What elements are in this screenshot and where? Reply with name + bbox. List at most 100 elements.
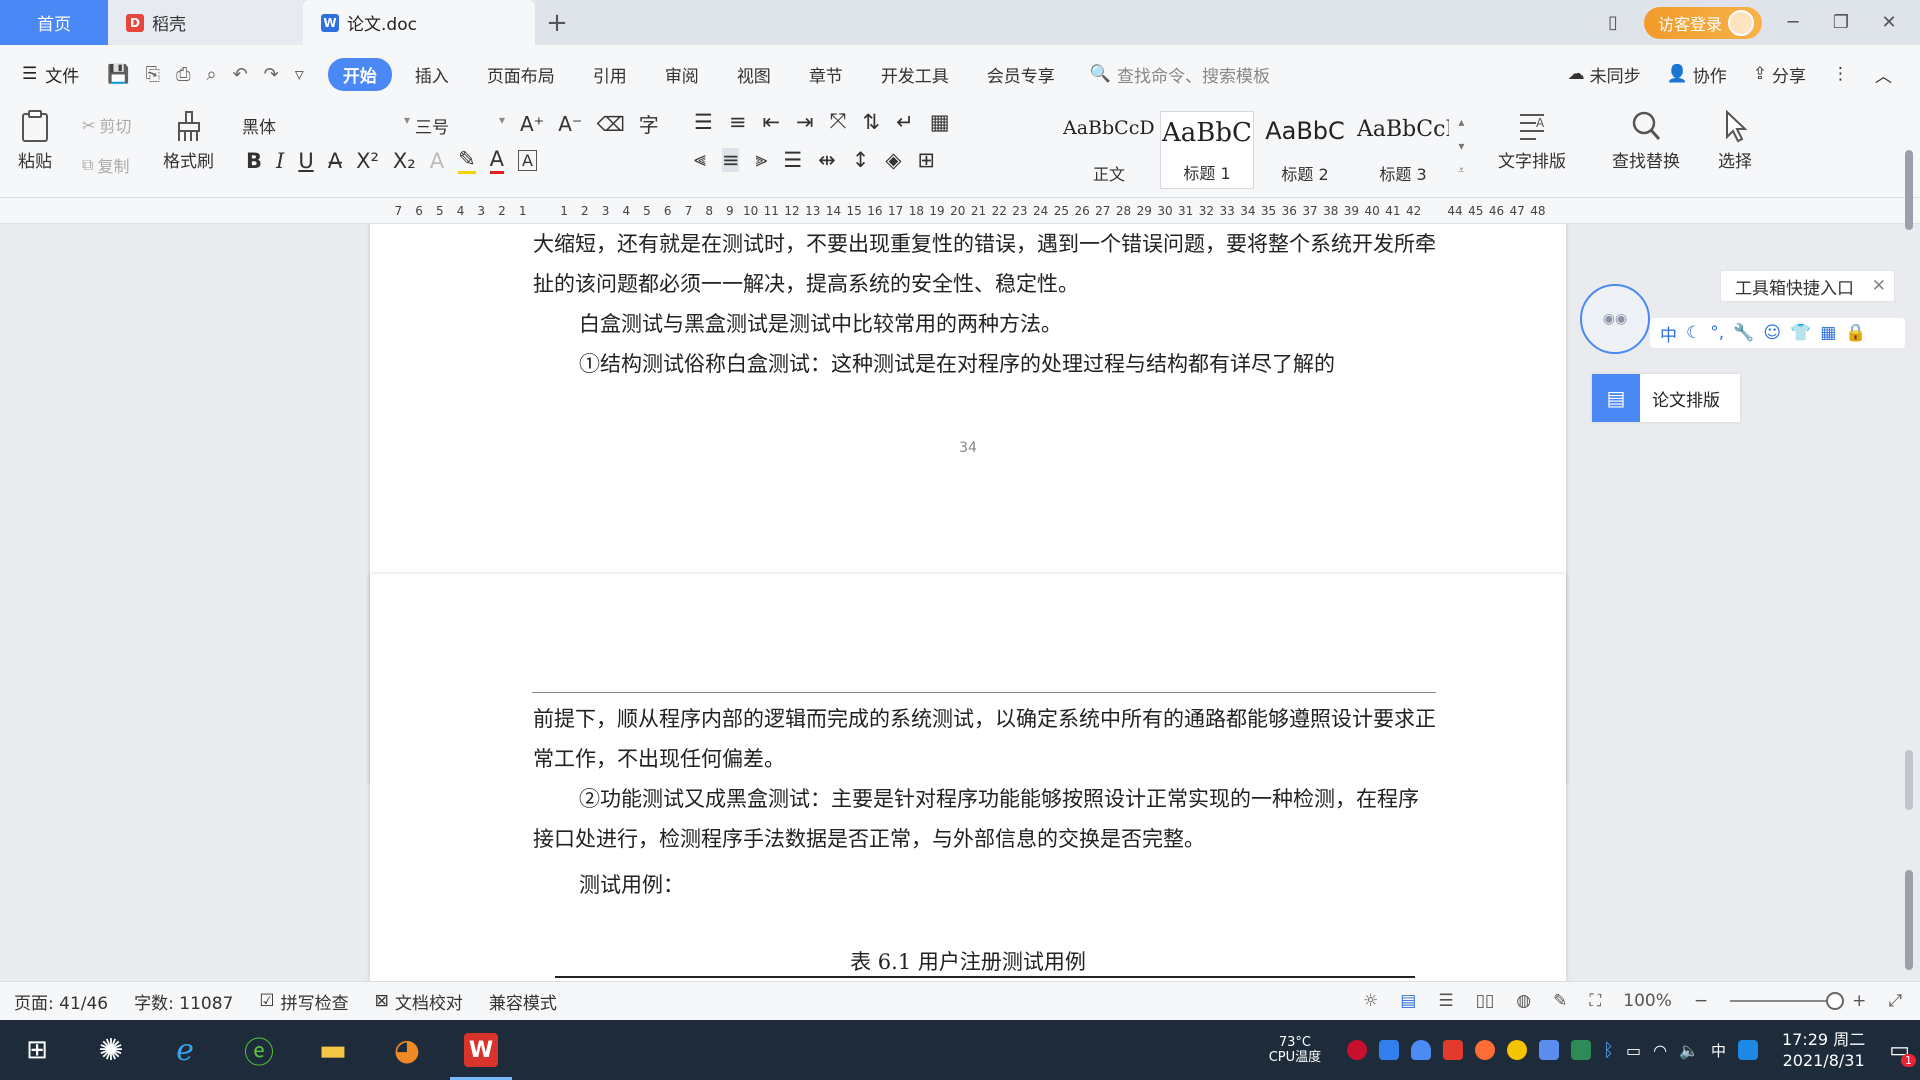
paragraph[interactable]: 大缩短，还有就是在测试时，不要出现重复性的错误，遇到一个错误问题，要将整个系统开… <box>533 224 1437 304</box>
fit-page-icon[interactable]: ⛶ <box>1589 991 1601 1011</box>
menu-tab-membership[interactable]: 会员专享 <box>972 58 1070 91</box>
zoom-in-icon[interactable]: + <box>1852 991 1866 1011</box>
shrink-font-icon[interactable]: A⁻ <box>558 112 582 136</box>
taskbar-app-pinwheel[interactable]: ✺ <box>74 1020 148 1080</box>
customize-chevron-icon[interactable]: ▿ <box>295 64 304 85</box>
clear-format-icon[interactable]: ⌫ <box>597 112 625 136</box>
save-icon[interactable]: 💾 <box>107 64 129 85</box>
lock-icon[interactable]: 🔒 <box>1845 323 1866 343</box>
sort-icon[interactable]: ⇅ <box>862 110 880 134</box>
page-indicator[interactable]: 页面: 41/46 <box>14 989 108 1014</box>
export-icon[interactable]: ⎘ <box>146 64 160 85</box>
table-tools-icon[interactable]: ▦ <box>930 110 950 134</box>
wifi-icon[interactable]: ◠ <box>1653 1041 1667 1060</box>
more-icon[interactable]: ⋮ <box>1832 64 1849 84</box>
command-search[interactable]: 🔍 查找命令、搜索模板 <box>1090 62 1270 87</box>
menu-tab-insert[interactable]: 插入 <box>400 58 464 91</box>
format-painter-button[interactable]: 格式刷 <box>163 109 214 172</box>
cut-button[interactable]: ✂ 剪切 <box>82 113 131 137</box>
tray-app-icon[interactable] <box>1443 1040 1464 1060</box>
horizontal-ruler[interactable]: 7 6 5 4 3 2 1 1 2 3 4 5 6 7 8 9 10 11 12 13 14 15 16 17 18 19 20 21… <box>0 198 1920 224</box>
cpu-temperature[interactable]: 73°C CPU温度 <box>1269 1035 1321 1065</box>
close-button[interactable]: ✕ <box>1872 12 1906 33</box>
menu-tab-references[interactable]: 引用 <box>578 58 642 91</box>
text-layout-button[interactable]: A 文字排版 <box>1498 109 1566 172</box>
zoom-slider[interactable] <box>1730 992 1845 1010</box>
paragraph[interactable]: ①结构测试俗称白盒测试：这种测试是在对程序的处理过程与结构都有详尽了解的 <box>533 344 1437 384</box>
style-heading-2[interactable]: AaBbC 标题 2 <box>1258 111 1352 189</box>
borders-icon[interactable]: ⊞ <box>918 148 936 172</box>
taskbar-app-wps[interactable]: W <box>444 1020 518 1080</box>
style-normal[interactable]: AaBbCcDc 正文 <box>1062 111 1156 189</box>
wrench-icon[interactable]: 🔧 <box>1733 323 1754 343</box>
copy-button[interactable]: ⧉ 复制 <box>82 153 129 177</box>
bluetooth-icon[interactable]: ᛒ <box>1603 1040 1614 1061</box>
find-replace-button[interactable]: 查找替换 <box>1612 109 1680 172</box>
tray-app-icon[interactable] <box>1379 1040 1400 1060</box>
paste-button[interactable]: 粘贴 <box>18 109 52 172</box>
subscript-icon[interactable]: X₂ <box>393 149 416 173</box>
tray-app-icon[interactable] <box>1507 1040 1528 1060</box>
taskbar-app-ie[interactable]: ℯ <box>148 1020 222 1080</box>
table-caption[interactable]: 表 6.1 用户注册测试用例 <box>370 946 1566 976</box>
decrease-indent-icon[interactable]: ⇤ <box>762 110 780 134</box>
zoom-slider-handle[interactable] <box>1826 992 1845 1010</box>
ime-indicator[interactable]: 中 <box>1711 1040 1726 1061</box>
skin-icon[interactable]: 👕 <box>1790 323 1811 343</box>
phonetic-guide-icon[interactable]: 字 <box>639 109 659 138</box>
input-method-icon[interactable] <box>1738 1040 1758 1060</box>
tray-app-icon[interactable] <box>1475 1040 1496 1060</box>
style-gallery-scroll[interactable]: ▴ ▾ ⩡ <box>1458 115 1465 178</box>
word-count[interactable]: 字数: 11087 <box>134 989 233 1014</box>
minimize-button[interactable]: ─ <box>1776 12 1810 33</box>
battery-icon[interactable]: ▭ <box>1626 1041 1641 1060</box>
doc-proofread-button[interactable]: ⊠ 文档校对 <box>375 989 463 1014</box>
guest-login-button[interactable]: 访客登录 <box>1643 6 1762 39</box>
zoom-out-icon[interactable]: − <box>1694 991 1708 1011</box>
grid-icon[interactable]: ▦ <box>1820 323 1836 343</box>
new-tab-button[interactable]: + <box>535 0 579 45</box>
underline-icon[interactable]: U <box>298 149 313 173</box>
nvidia-icon[interactable] <box>1571 1040 1592 1060</box>
taskbar-app-browser[interactable]: ⓔ <box>222 1020 296 1080</box>
start-button[interactable]: ⊞ <box>0 1020 74 1080</box>
char-border-icon[interactable]: A <box>518 150 537 171</box>
distributed-icon[interactable]: ⇹ <box>818 148 836 172</box>
taskbar-app-game[interactable]: ◕ <box>370 1020 444 1080</box>
increase-indent-icon[interactable]: ⇥ <box>796 110 814 134</box>
restore-button[interactable]: ❐ <box>1824 12 1858 33</box>
strikethrough-icon[interactable]: A̶ <box>328 149 342 173</box>
undo-icon[interactable]: ↶ <box>233 64 248 85</box>
outline-view-icon[interactable]: ☰ <box>1438 991 1453 1011</box>
tray-app-icon[interactable] <box>1347 1040 1368 1060</box>
emoji-icon[interactable]: ☺ <box>1763 323 1781 343</box>
shading-icon[interactable]: ◈ <box>885 148 901 172</box>
print-preview-icon[interactable]: ⌕ <box>206 64 216 85</box>
menu-tab-developer[interactable]: 开发工具 <box>866 58 964 91</box>
tab-document[interactable]: W 论文.doc <box>303 0 535 45</box>
menu-tab-home[interactable]: 开始 <box>327 57 392 91</box>
clock[interactable]: 17:29 周二 2021/8/31 <box>1782 1029 1865 1071</box>
print-icon[interactable]: ⎙ <box>176 64 190 85</box>
redo-icon[interactable]: ↷ <box>264 64 279 85</box>
superscript-icon[interactable]: X² <box>356 149 379 173</box>
bullet-list-icon[interactable]: ☰ <box>694 110 713 134</box>
web-view-icon[interactable]: ◍ <box>1516 991 1531 1011</box>
file-menu[interactable]: ☰ 文件 <box>22 62 79 87</box>
punctuation-icon[interactable]: °, <box>1710 323 1724 343</box>
fullscreen-icon[interactable]: ⤢ <box>1888 991 1902 1011</box>
reading-mode-icon[interactable]: ▯ <box>1596 12 1630 33</box>
menu-tab-view[interactable]: 视图 <box>722 58 786 91</box>
grow-font-icon[interactable]: A⁺ <box>520 112 544 136</box>
align-center-icon[interactable]: ≡ <box>721 147 740 172</box>
select-button[interactable]: 选择 <box>1718 109 1752 172</box>
taskbar-app-explorer[interactable]: ▬ <box>296 1020 370 1080</box>
share-button[interactable]: ⇪ 分享 <box>1753 62 1806 87</box>
chinese-layout-icon[interactable]: ⤧ <box>830 109 847 134</box>
close-icon[interactable]: ✕ <box>1872 276 1886 296</box>
numbered-list-icon[interactable]: ≡ <box>729 110 747 134</box>
collapse-ribbon-icon[interactable]: ︿ <box>1875 62 1892 87</box>
justify-icon[interactable]: ☰ <box>783 148 802 172</box>
align-left-icon[interactable]: ⫷ <box>694 147 706 172</box>
vertical-scrollbar[interactable] <box>1902 150 1916 980</box>
